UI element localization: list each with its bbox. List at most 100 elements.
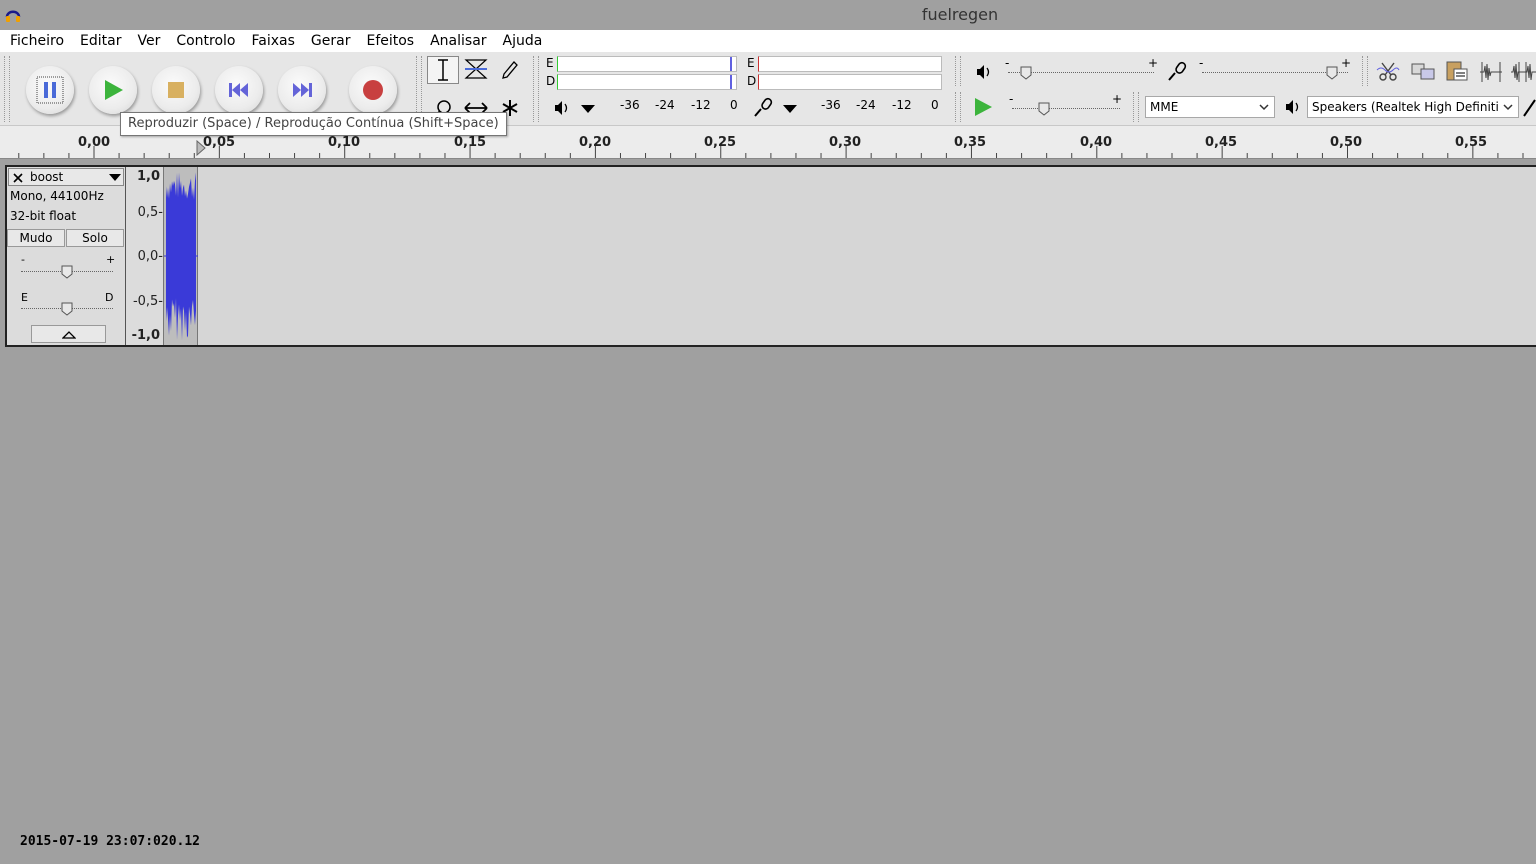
- collapse-track-button[interactable]: [31, 325, 106, 343]
- audio-host-select[interactable]: MME: [1145, 96, 1275, 118]
- trim-icon[interactable]: [1478, 60, 1504, 84]
- ruler-tick-0-20: 0,20: [578, 135, 612, 150]
- skip-to-start-button[interactable]: [215, 66, 263, 114]
- close-icon[interactable]: [12, 172, 24, 184]
- output-volume-thumb[interactable]: [1020, 66, 1032, 80]
- menu-ficheiro[interactable]: Ficheiro: [2, 30, 72, 52]
- track-bit-depth: 32-bit float: [10, 209, 77, 223]
- track-name[interactable]: boost: [30, 170, 63, 184]
- ruler-tick-0-15: 0,15: [453, 135, 487, 150]
- device-toolbar-grip[interactable]: [1133, 92, 1139, 122]
- ruler-tick-0-10: 0,10: [327, 135, 361, 150]
- menu-controlo[interactable]: Controlo: [168, 30, 243, 52]
- speed-minus: -: [1009, 92, 1014, 106]
- tracks-panel[interactable]: boost Mono, 44100Hz 32-bit float Mudo So…: [0, 159, 1536, 349]
- playback-scale-12: -12: [691, 98, 711, 112]
- input-volume-thumb[interactable]: [1326, 66, 1338, 80]
- speed-thumb[interactable]: [1038, 102, 1050, 116]
- record-meter-left[interactable]: [758, 56, 942, 72]
- cut-icon[interactable]: [1376, 60, 1400, 84]
- microphone-icon[interactable]: [752, 96, 774, 118]
- stop-icon: [168, 82, 184, 98]
- gain-plus-label: +: [106, 253, 116, 266]
- window-title: fuelregen: [921, 5, 999, 24]
- menu-analisar[interactable]: Analisar: [422, 30, 494, 52]
- ruler-tick-0-55: 0,55: [1454, 135, 1488, 150]
- record-meter-dropdown-icon[interactable]: [782, 104, 798, 114]
- playback-meter-dropdown-icon[interactable]: [580, 104, 596, 114]
- vruler-1-0: 1,0: [136, 169, 160, 184]
- output-device-speaker-icon: [1286, 100, 1299, 114]
- output-device-value: Speakers (Realtek High Definiti: [1312, 100, 1499, 114]
- play-button[interactable]: [89, 66, 137, 114]
- menu-gerar[interactable]: Gerar: [303, 30, 359, 52]
- menu-ver[interactable]: Ver: [129, 30, 168, 52]
- output-device-select[interactable]: Speakers (Realtek High Definiti: [1307, 96, 1519, 118]
- skip-start-icon: [229, 83, 248, 97]
- gain-minus-label: -: [21, 253, 25, 266]
- meter-toolbar-grip[interactable]: [533, 56, 539, 122]
- record-button[interactable]: [349, 66, 397, 114]
- play-tooltip: Reproduzir (Space) / Reprodução Contínua…: [120, 112, 507, 136]
- pause-button[interactable]: [26, 66, 74, 114]
- vruler-0-5: 0,5-: [137, 205, 163, 220]
- speed-plus: +: [1112, 92, 1123, 106]
- pan-left-label: E: [21, 291, 28, 304]
- record-scale-24: -24: [856, 98, 876, 112]
- menu-efeitos[interactable]: Efeitos: [358, 30, 422, 52]
- input-device-microphone-icon: [1523, 99, 1536, 117]
- pencil-icon: [502, 61, 518, 79]
- ruler-tick-0-25: 0,25: [703, 135, 737, 150]
- envelope-tool[interactable]: [460, 56, 492, 84]
- audio-track[interactable]: boost Mono, 44100Hz 32-bit float Mudo So…: [5, 165, 1536, 347]
- playback-scale-36: -36: [620, 98, 640, 112]
- pan-slider-thumb[interactable]: [61, 302, 73, 316]
- play-at-speed-icon[interactable]: [972, 96, 994, 118]
- ruler-tick-0-00: 0,00: [77, 135, 111, 150]
- output-volume-plus: +: [1148, 56, 1159, 70]
- record-meter-right[interactable]: [758, 74, 942, 90]
- solo-button[interactable]: Solo: [66, 229, 124, 247]
- input-volume-minus: -: [1199, 56, 1204, 70]
- amplitude-ruler[interactable]: 1,0 0,5- 0,0- -0,5- -1,0: [126, 167, 164, 345]
- waveform: [164, 172, 198, 341]
- output-volume-minus: -: [1005, 56, 1010, 70]
- ruler-tick-0-05: 0,05: [202, 135, 236, 150]
- speaker-icon[interactable]: [553, 100, 571, 116]
- copy-icon[interactable]: [1410, 60, 1436, 84]
- playback-meter-right[interactable]: [557, 74, 737, 90]
- mixer-toolbar-grip[interactable]: [955, 56, 961, 86]
- vruler-0-0: 0,0-: [137, 249, 163, 264]
- track-format: Mono, 44100Hz: [10, 189, 104, 203]
- playback-meter-left[interactable]: [557, 56, 737, 72]
- track-name-bar[interactable]: boost: [8, 168, 124, 186]
- chevron-down-icon: [1259, 104, 1269, 111]
- mute-button[interactable]: Mudo: [7, 229, 65, 247]
- playback-scale-24: -24: [655, 98, 675, 112]
- i-beam-icon: [438, 59, 448, 81]
- meter-right-label: D: [546, 74, 556, 88]
- record-icon: [363, 80, 383, 100]
- edit-toolbar-grip[interactable]: [1362, 56, 1368, 86]
- waveform-area[interactable]: [164, 167, 198, 345]
- silence-icon[interactable]: [1510, 60, 1536, 84]
- chevron-down-icon: [1503, 104, 1513, 111]
- play-at-speed-toolbar-grip[interactable]: [955, 92, 961, 122]
- speed-track[interactable]: [1012, 108, 1120, 109]
- envelope-icon: [464, 59, 488, 79]
- paste-icon[interactable]: [1444, 58, 1470, 84]
- vruler-minus-0-5: -0,5-: [132, 294, 163, 309]
- menu-ajuda[interactable]: Ajuda: [495, 30, 551, 52]
- gain-slider-thumb[interactable]: [61, 265, 73, 279]
- draw-tool[interactable]: [494, 56, 526, 84]
- menu-faixas[interactable]: Faixas: [244, 30, 303, 52]
- record-scale-36: -36: [821, 98, 841, 112]
- selection-tool[interactable]: [427, 56, 459, 84]
- track-menu-dropdown-icon[interactable]: [108, 173, 122, 182]
- menu-editar[interactable]: Editar: [72, 30, 129, 52]
- stop-button[interactable]: [152, 66, 200, 114]
- transport-toolbar-grip[interactable]: [4, 56, 10, 122]
- input-volume-plus: +: [1341, 56, 1352, 70]
- rec-meter-right-label: D: [747, 74, 757, 88]
- skip-to-end-button[interactable]: [278, 66, 326, 114]
